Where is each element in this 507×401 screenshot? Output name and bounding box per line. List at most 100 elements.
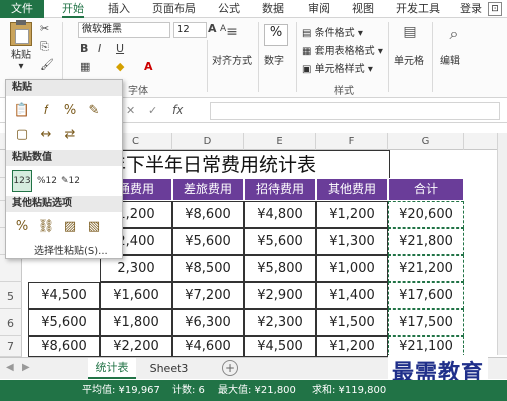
tab-insert[interactable]: 插入 [108,0,130,18]
column-header-f[interactable]: F [316,133,388,150]
table-cell[interactable]: ¥7,200 [172,282,244,309]
header-cell[interactable]: 其他费用 [316,178,388,201]
vertical-scrollbar[interactable] [497,133,507,355]
column-header-d[interactable]: D [172,133,244,150]
number-label[interactable]: 数字 [264,52,284,67]
paste-button[interactable]: 粘贴 ▾ [6,20,36,72]
row-header-6[interactable]: 6 [0,309,22,336]
font-name-select[interactable]: 微软雅黑 [78,22,170,38]
column-header-e[interactable]: E [244,133,316,150]
table-cell[interactable]: ¥1,600 [100,282,172,309]
edit-label[interactable]: 编辑 [440,52,460,67]
paste-formatting-icon[interactable]: % [12,216,32,238]
fx-icon[interactable]: fx [172,103,183,117]
table-cell[interactable]: ¥8,600 [28,336,100,357]
align-label[interactable]: 对齐方式 [212,52,252,67]
paste-special-item[interactable]: 选择性粘贴(S)... [34,242,108,257]
table-cell-total[interactable]: ¥20,600 [388,201,464,228]
paste-values-source-format-icon[interactable]: ✎12 [60,170,80,192]
sheet-title[interactable]: 年下半年日常费用统计表 [100,150,390,178]
table-cell[interactable]: ¥1,200 [316,336,388,357]
add-sheet-icon[interactable]: + [222,360,238,376]
tab-home[interactable]: 开始 [62,0,84,18]
paste-no-borders-icon[interactable]: ▢ [12,124,32,146]
login-link[interactable]: 登录 [460,0,482,18]
tab-file[interactable]: 文件 [0,0,44,18]
paste-icon[interactable]: 📋 [12,100,32,122]
table-cell[interactable]: ¥1,800 [100,309,172,336]
table-cell[interactable]: ¥5,600 [244,228,316,255]
table-cell[interactable]: ¥1,200 [316,201,388,228]
underline-button[interactable]: U [116,42,124,55]
font-size-select[interactable]: 12 [173,22,207,38]
table-cell-total[interactable]: ¥21,100 [388,336,464,357]
table-cell-total[interactable]: ¥17,500 [388,309,464,336]
format-painter-icon[interactable]: 🖌 [40,58,54,71]
table-cell[interactable]: ¥5,600 [172,228,244,255]
table-cell[interactable]: ¥1,300 [316,228,388,255]
cell-style-button[interactable]: ▣ 单元格样式 ▾ [302,60,373,75]
table-cell[interactable]: ¥2,200 [100,336,172,357]
font-color-icon[interactable]: A [144,60,153,73]
percent-icon[interactable]: % [264,24,288,46]
header-cell[interactable]: 差旅费用 [172,178,244,201]
sheet-tab-active[interactable]: 统计表 [88,358,136,379]
table-cell-total[interactable]: ¥21,800 [388,228,464,255]
table-cell-total[interactable]: ¥21,200 [388,255,464,282]
find-icon[interactable]: ⌕ [442,24,466,46]
cells-label[interactable]: 单元格 [394,52,424,67]
table-cell[interactable]: ¥4,500 [244,336,316,357]
row-header-5[interactable]: 5 [0,282,22,309]
table-cell[interactable]: ¥5,800 [244,255,316,282]
formula-input[interactable] [210,102,500,120]
table-cell[interactable]: ¥2,300 [244,309,316,336]
table-cell[interactable]: ¥8,500 [172,255,244,282]
table-cell[interactable]: ¥4,800 [244,201,316,228]
fill-color-icon[interactable]: ◆ [116,60,124,73]
row-header-7[interactable]: 7 [0,336,22,357]
column-header-g[interactable]: G [388,133,464,150]
paste-picture-icon[interactable]: ▨ [60,216,80,238]
cancel-icon[interactable]: ✕ [126,104,135,117]
table-cell[interactable]: ¥2,900 [244,282,316,309]
table-cell[interactable]: ¥8,600 [172,201,244,228]
conditional-format-button[interactable]: ▤ 条件格式 ▾ [302,24,363,39]
table-cell[interactable]: ¥4,600 [172,336,244,357]
table-cell[interactable]: ¥1,000 [316,255,388,282]
paste-values-icon[interactable]: 123 [12,170,32,192]
paste-keep-source-format-icon[interactable]: ✎ [84,100,104,122]
tab-data[interactable]: 数据 [262,0,284,18]
paste-link-icon[interactable]: ⛓ [36,216,56,238]
paste-formulas-icon[interactable]: 𝑓 [36,100,56,122]
table-cell[interactable]: ¥4,500 [28,282,100,309]
next-sheet-icon[interactable]: ▶ [22,362,30,373]
paste-column-widths-icon[interactable]: ↔ [36,124,56,146]
table-cell[interactable]: 2,300 [100,255,172,282]
border-icon[interactable]: ▦ [80,60,90,73]
copy-icon[interactable]: ⎘ [40,40,49,54]
enter-icon[interactable]: ✓ [148,104,157,117]
restore-icon[interactable]: ⊡ [488,2,502,16]
header-cell[interactable]: 招待费用 [244,178,316,201]
tab-review[interactable]: 审阅 [308,0,330,18]
paste-linked-picture-icon[interactable]: ▧ [84,216,104,238]
sheet-tab[interactable]: Sheet3 [144,358,194,379]
table-format-button[interactable]: ▦ 套用表格格式 ▾ [302,42,383,57]
row-header[interactable] [0,255,22,282]
paste-transpose-icon[interactable]: ⇄ [60,124,80,146]
table-cell[interactable]: ¥6,300 [172,309,244,336]
align-icon[interactable]: ≡ [214,24,250,50]
prev-sheet-icon[interactable]: ◀ [6,362,14,373]
header-cell[interactable]: 合计 [388,178,464,201]
table-cell[interactable]: ¥1,400 [316,282,388,309]
italic-button[interactable]: I [98,42,101,55]
tab-developer[interactable]: 开发工具 [396,0,440,18]
tab-formulas[interactable]: 公式 [218,0,240,18]
paste-values-number-format-icon[interactable]: %12 [36,170,57,192]
cut-icon[interactable]: ✂ [40,22,49,35]
paste-formulas-number-format-icon[interactable]: % [60,100,80,122]
tab-view[interactable]: 视图 [352,0,374,18]
table-cell[interactable]: ¥5,600 [28,309,100,336]
cells-icon[interactable]: ▤ [398,24,422,46]
table-cell-total[interactable]: ¥17,600 [388,282,464,309]
